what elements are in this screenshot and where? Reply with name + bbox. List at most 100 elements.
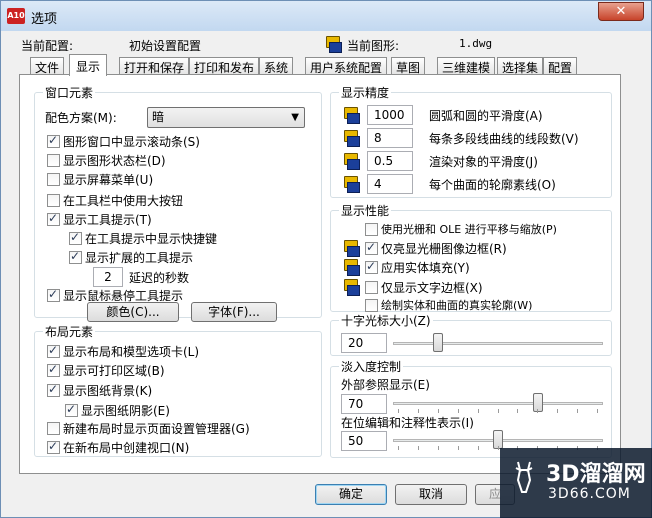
color-scheme-value: 暗	[152, 110, 165, 124]
inplace-edit-slider[interactable]	[393, 430, 603, 450]
saved-in-drawing-icon	[343, 176, 360, 193]
slider-tick	[577, 409, 578, 413]
true-silhouettes-checkbox[interactable]	[365, 299, 378, 312]
xref-display-slider[interactable]	[393, 393, 603, 413]
tab-user-preferences[interactable]: 用户系统配置	[305, 57, 388, 75]
contour-lines-input[interactable]: 4	[367, 174, 413, 194]
arc-smoothness-input[interactable]: 1000	[367, 105, 413, 125]
fade-control-title: 淡入度控制	[339, 358, 404, 375]
render-smoothness-input[interactable]: 0.5	[367, 151, 413, 171]
slider-tick	[537, 409, 538, 413]
fonts-button[interactable]: 字体(F)...	[191, 302, 277, 322]
tooltips-checkbox[interactable]	[47, 211, 60, 226]
ok-button[interactable]: 确定	[315, 484, 387, 505]
slider-track	[393, 342, 603, 345]
tab-open-save[interactable]: 打开和保存	[119, 57, 190, 75]
tab-3d-modeling[interactable]: 三维建模	[437, 57, 496, 75]
status-bar-label: 显示图形状态栏(D)	[63, 154, 166, 168]
polyline-segments-label: 每条多段线曲线的线段数(V)	[429, 132, 579, 146]
fade-control-group: 淡入度控制 外部参照显示(E) 70 在位编辑和注释性表示(I) 50	[330, 358, 612, 458]
shortcut-keys-label: 在工具提示中显示快捷键	[85, 232, 218, 246]
rollover-tooltips-checkbox[interactable]	[47, 287, 60, 302]
cancel-button[interactable]: 取消	[395, 484, 467, 505]
window-title: 选项	[31, 12, 58, 27]
text-frame-label: 仅显示文字边框(X)	[381, 281, 483, 295]
page-setup-manager-checkbox[interactable]	[47, 422, 60, 435]
render-smoothness-label: 渲染对象的平滑度(J)	[429, 155, 538, 169]
paper-background-checkbox[interactable]	[47, 382, 60, 397]
saved-in-drawing-icon	[343, 259, 360, 276]
layout-elements-title: 布局元素	[43, 323, 96, 340]
status-bar-checkbox[interactable]	[47, 154, 60, 167]
slider-tick	[498, 409, 499, 413]
slider-tick	[458, 446, 459, 450]
saved-in-drawing-icon	[343, 153, 360, 170]
printable-area-checkbox[interactable]	[47, 362, 60, 377]
layout-tabs-checkbox[interactable]	[47, 343, 60, 358]
tooltips-label: 显示工具提示(T)	[63, 213, 152, 227]
colors-button[interactable]: 颜色(C)...	[87, 302, 179, 322]
watermark-brand: 3D溜溜网	[546, 462, 646, 487]
text-frame-checkbox[interactable]	[365, 281, 378, 294]
window-elements-title: 窗口元素	[43, 84, 96, 101]
printable-area-label: 显示可打印区域(B)	[63, 364, 165, 378]
screen-menu-checkbox[interactable]	[47, 173, 60, 186]
title-bar[interactable]: A10 选项 ✕	[1, 1, 651, 31]
screen-menu-label: 显示屏幕菜单(U)	[63, 173, 154, 187]
solid-fill-label: 应用实体填充(Y)	[381, 261, 470, 275]
tab-display[interactable]: 显示	[69, 54, 108, 76]
crosshair-size-input[interactable]: 20	[341, 333, 387, 353]
xref-display-label: 外部参照显示(E)	[341, 378, 430, 392]
contour-lines-label: 每个曲面的轮廓素线(O)	[429, 178, 556, 192]
raster-ole-pan-zoom-checkbox[interactable]	[365, 223, 378, 236]
slider-tick	[517, 409, 518, 413]
options-dialog: A10 选项 ✕ 当前配置: 初始设置配置 当前图形: 1.dwg 文件 显示 …	[0, 0, 652, 518]
slider-tick	[418, 409, 419, 413]
scrollbars-checkbox[interactable]	[47, 133, 60, 148]
large-buttons-checkbox[interactable]	[47, 194, 60, 207]
raster-frame-checkbox[interactable]	[365, 240, 378, 255]
current-config-label: 当前配置:	[21, 39, 74, 53]
display-performance-group: 显示性能 使用光栅和 OLE 进行平移与缩放(P) 仅亮显光栅图像边框(R) 应…	[330, 202, 612, 312]
raster-ole-pan-zoom-label: 使用光栅和 OLE 进行平移与缩放(P)	[381, 223, 557, 236]
paper-background-label: 显示图纸背景(K)	[63, 384, 153, 398]
solid-fill-checkbox[interactable]	[365, 259, 378, 274]
delay-seconds-input[interactable]: 2	[93, 267, 123, 287]
window-elements-group: 窗口元素 配色方案(M): 暗 ▼ 图形窗口中显示滚动条(S) 显示图形状态栏(…	[34, 84, 322, 322]
tab-drafting[interactable]: 草图	[391, 57, 426, 75]
tab-files[interactable]: 文件	[30, 57, 65, 75]
display-resolution-title: 显示精度	[339, 84, 392, 101]
inplace-edit-input[interactable]: 50	[341, 431, 387, 451]
page-setup-manager-label: 新建布局时显示页面设置管理器(G)	[63, 422, 250, 436]
color-scheme-label: 配色方案(M):	[45, 111, 117, 125]
tab-plot-publish[interactable]: 打印和发布	[189, 57, 260, 75]
extended-tooltips-checkbox[interactable]	[69, 249, 82, 264]
autocad-app-icon: A10	[7, 8, 25, 24]
tab-selection[interactable]: 选择集	[497, 57, 544, 75]
layout-tabs-label: 显示布局和模型选项卡(L)	[63, 345, 200, 359]
crosshair-size-slider[interactable]	[393, 333, 603, 353]
slider-tick	[557, 409, 558, 413]
xref-display-input[interactable]: 70	[341, 394, 387, 414]
large-buttons-label: 在工具栏中使用大按钮	[63, 194, 184, 208]
paper-shadow-checkbox[interactable]	[65, 402, 78, 417]
current-drawing-label: 当前图形:	[347, 39, 400, 53]
display-resolution-group: 显示精度 1000 圆弧和圆的平滑度(A) 8 每条多段线曲线的线段数(V) 0…	[330, 84, 612, 198]
close-icon[interactable]: ✕	[598, 2, 644, 21]
create-viewport-checkbox[interactable]	[47, 439, 60, 454]
shortcut-keys-checkbox[interactable]	[69, 230, 82, 245]
saved-in-drawing-icon	[343, 240, 360, 257]
saved-in-drawing-icon	[343, 107, 360, 124]
create-viewport-label: 在新布局中创建视口(N)	[63, 441, 190, 455]
color-scheme-select[interactable]: 暗 ▼	[147, 107, 305, 128]
polyline-segments-input[interactable]: 8	[367, 128, 413, 148]
tab-profiles[interactable]: 配置	[543, 57, 578, 75]
display-tab-panel: 窗口元素 配色方案(M): 暗 ▼ 图形窗口中显示滚动条(S) 显示图形状态栏(…	[19, 74, 621, 474]
slider-track	[393, 402, 603, 405]
slider-tick	[597, 409, 598, 413]
delay-seconds-label: 延迟的秒数	[129, 271, 190, 285]
tab-system[interactable]: 系统	[259, 57, 294, 75]
slider-thumb[interactable]	[433, 333, 443, 352]
deer-logo-icon	[515, 461, 533, 493]
slider-tick	[418, 446, 419, 450]
